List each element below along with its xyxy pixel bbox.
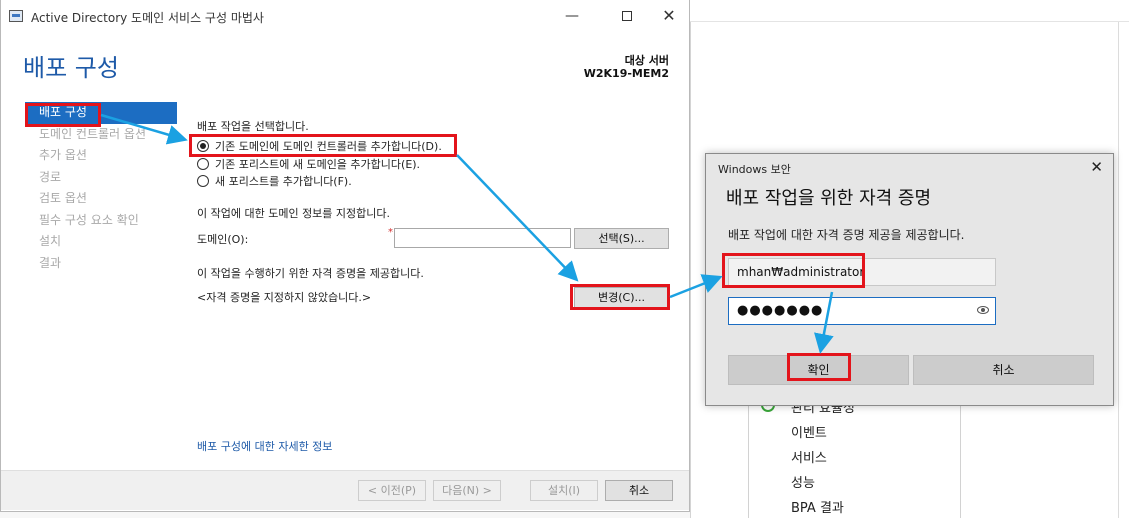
minimize-button[interactable]: — [549, 0, 595, 32]
next-button[interactable]: 다음(N) > [433, 480, 501, 501]
background-divider [690, 22, 691, 518]
target-server-name: W2K19-MEM2 [583, 67, 669, 80]
target-server-label: 대상 서버 [624, 54, 669, 67]
background-window-top [688, 0, 1129, 22]
option-label: 기존 포리스트에 새 도메인을 추가합니다(E). [215, 158, 421, 171]
nav-item-paths: 경로 [39, 169, 62, 184]
option-add-new-forest[interactable]: 새 포리스트를 추가합니다(F). [197, 173, 352, 189]
select-operation-label: 배포 작업을 선택합니다. [197, 120, 309, 133]
close-icon[interactable]: ✕ [1090, 158, 1103, 176]
maximize-icon [622, 11, 632, 21]
dialog-cancel-button[interactable]: 취소 [913, 355, 1094, 385]
option-label: 기존 도메인에 도메인 컨트롤러를 추가합니다(D). [215, 140, 442, 153]
radio-button[interactable] [197, 158, 209, 170]
nav-item-additional-options: 추가 옵션 [39, 148, 87, 162]
tile-item-events[interactable]: 이벤트 [791, 422, 827, 441]
dialog-title: 배포 작업을 위한 자격 증명 [726, 188, 932, 209]
app-icon [9, 10, 23, 22]
cancel-button[interactable]: 취소 [605, 480, 673, 501]
ad-ds-config-wizard: Active Directory 도메인 서비스 구성 마법사 — ✕ 배포 구… [0, 0, 690, 512]
ok-button[interactable]: 확인 [728, 355, 909, 385]
select-domain-button[interactable]: 선택(S)... [574, 228, 669, 249]
change-credentials-button[interactable]: 변경(C)... [574, 287, 669, 308]
option-add-domain-existing-forest[interactable]: 기존 포리스트에 새 도메인을 추가합니다(E). [197, 156, 420, 172]
domain-label: 도메인(O): [197, 233, 249, 246]
wizard-nav: 배포 구성 도메인 컨트롤러 옵션 추가 옵션 경로 검토 옵션 필수 구성 요… [25, 102, 177, 274]
radio-button[interactable] [197, 140, 209, 152]
background-tile-panel: ✓ 관리 효율성 이벤트 서비스 성능 BPA 결과 [748, 392, 962, 518]
maximize-button[interactable] [604, 0, 650, 32]
nav-item-deployment-config[interactable]: 배포 구성 [25, 102, 177, 124]
domain-input[interactable] [394, 228, 571, 248]
tile-item-bpa-results[interactable]: BPA 결과 [791, 497, 844, 516]
option-add-dc-existing-domain[interactable]: 기존 도메인에 도메인 컨트롤러를 추가합니다(D). [197, 138, 442, 154]
credentials-status: <자격 증명을 지정하지 않았습니다.> [197, 291, 372, 304]
credential-dialog: Windows 보안 ✕ 배포 작업을 위한 자격 증명 배포 작업에 대한 자… [705, 153, 1114, 406]
nav-item-prereq-check: 필수 구성 요소 확인 [39, 212, 139, 227]
wizard-footer: < 이전(P) 다음(N) > 설치(I) 취소 [1, 470, 689, 510]
background-scroll-strip [1118, 22, 1129, 518]
credentials-label: 이 작업을 수행하기 위한 자격 증명을 제공합니다. [197, 267, 424, 280]
more-info-link[interactable]: 배포 구성에 대한 자세한 정보 [197, 438, 332, 454]
password-mask: ●●●●●●● [737, 303, 824, 318]
window-title: Active Directory 도메인 서비스 구성 마법사 [31, 11, 264, 25]
domain-info-label: 이 작업에 대한 도메인 정보를 지정합니다. [197, 207, 391, 220]
nav-item-dc-options: 도메인 컨트롤러 옵션 [39, 126, 146, 141]
close-button[interactable]: ✕ [646, 0, 692, 32]
option-label: 새 포리스트를 추가합니다(F). [215, 175, 352, 188]
previous-button[interactable]: < 이전(P) [358, 480, 426, 501]
title-bar[interactable]: Active Directory 도메인 서비스 구성 마법사 — ✕ [1, 0, 689, 32]
dialog-description: 배포 작업에 대한 자격 증명 제공을 제공합니다. [728, 228, 965, 242]
page-title: 배포 구성 [23, 54, 119, 82]
username-field[interactable]: mhan₩administrator [728, 258, 996, 286]
required-indicator: * [388, 227, 393, 238]
tile-item-performance[interactable]: 성능 [791, 472, 815, 491]
nav-item-results: 결과 [39, 255, 62, 270]
password-field[interactable]: ●●●●●●● [728, 297, 996, 325]
nav-item-review-options: 검토 옵션 [39, 191, 87, 205]
nav-item-installation: 설치 [39, 234, 62, 248]
reveal-password-icon[interactable] [977, 306, 989, 314]
tile-item-services[interactable]: 서비스 [791, 447, 827, 466]
install-button[interactable]: 설치(I) [530, 480, 598, 501]
dialog-window-title: Windows 보안 [718, 163, 791, 176]
radio-button[interactable] [197, 175, 209, 187]
